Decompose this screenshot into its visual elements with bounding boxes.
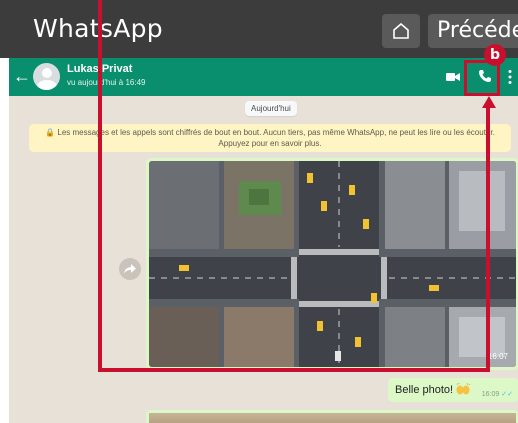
annotation-line xyxy=(98,368,490,372)
home-button[interactable] xyxy=(382,14,420,48)
message-time-value: 16:09 xyxy=(481,391,500,398)
app-top-bar: WhatsApp Précédent xyxy=(0,0,518,58)
forward-icon xyxy=(124,264,136,274)
raising-hands-emoji-icon xyxy=(456,383,471,395)
message-text-content: Belle photo! xyxy=(395,384,454,396)
date-chip: Aujourd'hui xyxy=(245,101,297,116)
annotation-badge: b xyxy=(484,44,506,66)
image-message[interactable]: 16:07 xyxy=(146,158,518,370)
message-time: 16:07 xyxy=(487,352,508,361)
annotation-line xyxy=(98,0,102,372)
text-message[interactable]: Belle photo! 16:09 ✓✓ xyxy=(388,378,518,402)
annotation-line xyxy=(486,104,490,372)
message-text: Belle photo! xyxy=(395,383,471,396)
photo-thumbnail[interactable] xyxy=(149,413,516,423)
avatar[interactable] xyxy=(33,63,60,90)
city-aerial-photo[interactable]: 16:07 xyxy=(149,161,516,367)
annotation-arrow-head xyxy=(482,96,496,108)
message-time: 16:09 ✓✓ xyxy=(482,390,513,398)
double-check-icon: ✓✓ xyxy=(501,391,513,398)
chat-header: ← Lukas Privat vu aujourd'hui à 16:49 xyxy=(9,58,518,96)
home-icon xyxy=(393,23,409,39)
encryption-notice-text: Les messages et les appels sont chiffrés… xyxy=(57,128,495,148)
previous-button[interactable]: Précédent xyxy=(428,14,518,48)
lock-icon: 🔒 xyxy=(45,128,56,137)
contact-status: vu aujourd'hui à 16:49 xyxy=(67,78,146,87)
forward-button[interactable] xyxy=(119,258,141,280)
chat-area[interactable]: Aujourd'hui 🔒 Les messages et les appels… xyxy=(9,96,518,423)
back-arrow-icon[interactable]: ← xyxy=(13,66,31,86)
screenshot-frame: WhatsApp Précédent ← Lukas Privat vu auj… xyxy=(0,0,518,423)
image-message[interactable] xyxy=(146,410,518,423)
more-options-icon[interactable] xyxy=(508,69,512,85)
video-call-icon[interactable] xyxy=(446,71,460,83)
